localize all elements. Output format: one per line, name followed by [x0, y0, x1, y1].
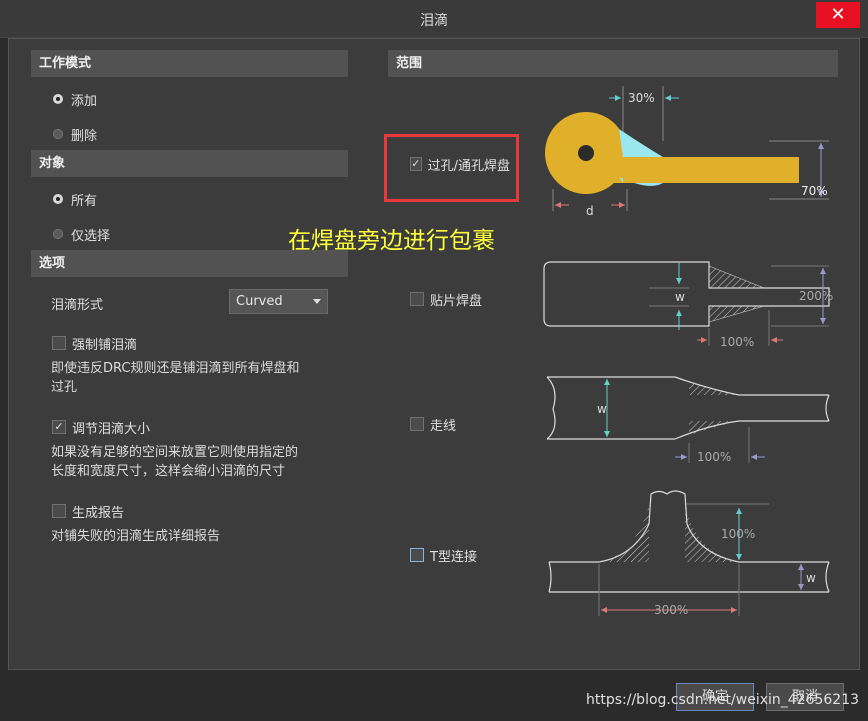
- tjunction-diagram: 100% w 300%: [548, 490, 830, 617]
- adjust-desc-line1: 如果没有足够的空间来放置它则使用指定的: [51, 445, 299, 460]
- via-width-pct: 70%: [801, 184, 828, 198]
- report-description: 对铺失败的泪滴生成详细报告: [51, 529, 221, 544]
- smd-diagram: w 200% 100%: [543, 261, 833, 349]
- smd-label: 贴片焊盘: [430, 293, 483, 309]
- checkbox-empty-icon: [410, 417, 424, 431]
- force-description: 即使违反DRC规则还是铺泪滴到所有焊盘和 过孔: [51, 359, 299, 397]
- checkmark-icon: ✓: [410, 157, 422, 171]
- smd-w-label: w: [675, 290, 685, 304]
- track-diagram: w 100%: [546, 376, 830, 464]
- via-label: 过孔/通孔焊盘: [427, 158, 510, 174]
- smd-len-pct: 100%: [720, 335, 754, 349]
- dialog-body: 工作模式 添加 删除 对象 所有 仅选择 选项 泪滴形式 Curved 强制铺泪…: [8, 38, 860, 670]
- checkmark-icon: ✓: [52, 420, 66, 434]
- target-all-radio[interactable]: 所有: [53, 189, 97, 209]
- via-checkbox[interactable]: ✓ 过孔/通孔焊盘: [410, 154, 510, 174]
- checkbox-empty-icon: [52, 336, 66, 350]
- via-diagram: 30% 70% d: [545, 86, 829, 218]
- adjust-label: 调节泪滴大小: [72, 421, 151, 437]
- adjust-checkbox[interactable]: ✓ 调节泪滴大小: [52, 417, 150, 437]
- target-selected-label: 仅选择: [71, 228, 111, 244]
- style-value: Curved: [236, 294, 283, 309]
- checkbox-empty-icon: [52, 504, 66, 518]
- title-bar: 泪滴 ✕: [0, 0, 868, 38]
- force-desc-line1: 即使违反DRC规则还是铺泪滴到所有焊盘和: [51, 361, 300, 376]
- track-label: 走线: [430, 418, 457, 434]
- force-desc-line2: 过孔: [51, 380, 78, 395]
- window-title: 泪滴: [420, 13, 448, 29]
- radio-selected-icon: [53, 94, 63, 104]
- smd-checkbox[interactable]: 贴片焊盘: [410, 289, 482, 309]
- radio-unselected-icon: [53, 229, 63, 239]
- checkbox-empty-icon: [410, 548, 424, 562]
- close-button[interactable]: ✕: [816, 2, 860, 28]
- mode-add-radio[interactable]: 添加: [53, 89, 97, 109]
- via-d-label: d: [586, 204, 594, 218]
- adjust-desc-line2: 长度和宽度尺寸，这样会缩小泪滴的尺寸: [51, 464, 286, 479]
- chevron-down-icon: [313, 299, 321, 304]
- tjunction-label: T型连接: [430, 549, 477, 565]
- tjunction-len-pct: 300%: [654, 603, 688, 617]
- tjunction-height-pct: 100%: [721, 527, 755, 541]
- tjunction-checkbox[interactable]: T型连接: [410, 545, 477, 565]
- smd-width-pct: 200%: [799, 289, 833, 303]
- style-label: 泪滴形式: [51, 298, 104, 313]
- track-checkbox[interactable]: 走线: [410, 414, 456, 434]
- via-len-pct: 30%: [628, 91, 655, 105]
- scope-header: 范围: [388, 50, 838, 77]
- mode-remove-radio[interactable]: 删除: [53, 124, 97, 144]
- radio-unselected-icon: [53, 129, 63, 139]
- report-checkbox[interactable]: 生成报告: [52, 501, 124, 521]
- annotation-text: 在焊盘旁边进行包裹: [288, 228, 495, 254]
- force-checkbox[interactable]: 强制铺泪滴: [52, 333, 137, 353]
- report-label: 生成报告: [72, 505, 125, 521]
- target-selected-radio[interactable]: 仅选择: [53, 224, 110, 244]
- track-len-pct: 100%: [697, 450, 731, 464]
- radio-selected-icon: [53, 194, 63, 204]
- mode-add-label: 添加: [71, 93, 98, 109]
- style-dropdown[interactable]: Curved: [229, 289, 328, 314]
- mode-header: 工作模式: [31, 50, 348, 77]
- track-w-label: w: [597, 402, 607, 416]
- watermark-text: https://blog.csdn.net/weixin_42656213: [586, 692, 860, 708]
- mode-remove-label: 删除: [71, 128, 98, 144]
- target-all-label: 所有: [71, 193, 98, 209]
- force-label: 强制铺泪滴: [72, 337, 138, 353]
- tjunction-w-label: w: [806, 571, 816, 585]
- target-header: 对象: [31, 150, 348, 177]
- checkbox-empty-icon: [410, 292, 424, 306]
- adjust-description: 如果没有足够的空间来放置它则使用指定的 长度和宽度尺寸，这样会缩小泪滴的尺寸: [51, 443, 298, 481]
